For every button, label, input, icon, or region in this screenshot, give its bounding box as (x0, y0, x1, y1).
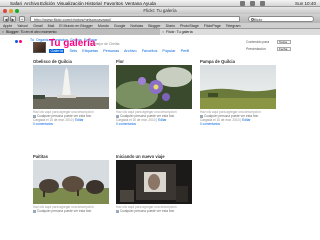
menubar-clock[interactable]: Sun 10:40 (295, 0, 316, 7)
volume-icon[interactable] (250, 1, 255, 6)
bookmark-item[interactable]: Mundo (98, 24, 109, 28)
photo-privacy: Cualquier persona puede ver esta foto (116, 209, 174, 213)
search-icon (250, 17, 254, 21)
wifi-icon[interactable] (240, 1, 245, 6)
bookmark-item[interactable]: Noticias (130, 24, 143, 28)
menu-item-safari[interactable]: Safari (10, 0, 22, 7)
photo-title[interactable]: Pampa de Quilcia (200, 59, 235, 64)
battery-icon[interactable] (260, 1, 265, 6)
photo-thumbnail[interactable] (200, 65, 276, 109)
nav-item-galeria[interactable]: Galería (49, 49, 65, 53)
menu-item-visualizacion[interactable]: Visualización (57, 0, 84, 7)
photo-privacy-text: Cualquier persona puede ver esta foto (37, 209, 92, 213)
photo-title[interactable]: Obelisco de Quilcia (33, 59, 72, 64)
avatar[interactable] (33, 42, 46, 53)
edit-link[interactable]: Editar (75, 118, 83, 122)
photo-card: Pampa de Quilcia Haz clic aquí para agre… (200, 59, 280, 126)
flickr-logo-pink-dot (19, 39, 22, 43)
photo-title[interactable]: Flor (116, 59, 124, 64)
menu-item-historial[interactable]: Historial (85, 0, 102, 7)
menu-item-ayuda[interactable]: Ayuda (143, 0, 156, 7)
forward-button[interactable]: ▶ (10, 15, 16, 22)
edit-link[interactable]: Editar (158, 118, 166, 122)
nav-item-popular[interactable]: Popular (162, 49, 175, 53)
photo-title[interactable]: Paititas (33, 154, 48, 159)
photo-privacy-text: Cualquier persona puede ver esta foto (120, 209, 175, 213)
tab-label: Flickr: Tu galería (166, 30, 193, 34)
nav-item-favoritos[interactable]: Favoritos (142, 49, 158, 53)
nav-item-personas[interactable]: Personas (103, 49, 119, 53)
privacy-icon (116, 209, 119, 213)
minimize-window-icon[interactable] (9, 8, 13, 13)
photo-card: Obelisco de Quilcia Haz clic aquí para a… (33, 59, 113, 126)
back-button[interactable]: ◀ (3, 15, 9, 22)
browser-toolbar: ◀ ▶ + http://www.flickr.com/photos/nelso… (0, 14, 320, 23)
search-value: flickr (254, 16, 263, 22)
bookmark-item[interactable]: Telegram (226, 24, 241, 28)
edit-link[interactable]: Editar (242, 118, 250, 122)
menu-item-archivo[interactable]: Archivo (24, 0, 39, 7)
flickr-logo-blue-dot (15, 39, 18, 43)
comments-link[interactable]: 0 comentarios (116, 122, 136, 126)
order-label: Presentación (246, 47, 266, 51)
view-label: Contenido para (246, 40, 270, 44)
menu-item-ventana[interactable]: Ventana (125, 0, 142, 7)
nav-item-perfil[interactable]: Perfil (181, 49, 190, 53)
bookmark-item[interactable]: Diario (166, 24, 175, 28)
photo-privacy: Cualquier persona puede ver esta foto (33, 209, 91, 213)
order-select[interactable]: Fecha (277, 47, 291, 51)
photo-title[interactable]: Iniciando un nuevo viaje (116, 154, 165, 159)
menu-item-favoritos[interactable]: Favoritos (104, 0, 123, 7)
bookmark-item[interactable]: PhotoStage (180, 24, 199, 28)
menu-bar: Safari Archivo Edición Visualización His… (0, 0, 320, 7)
photo-thumbnail[interactable] (116, 160, 192, 204)
bookmark-item[interactable]: FlickrPage (204, 24, 221, 28)
nav-item-sets[interactable]: Sets (70, 49, 78, 53)
comments-link[interactable]: 0 comentarios (33, 122, 53, 126)
window-title-bar: Flickr: Tu galería (0, 7, 320, 14)
comments-link[interactable]: 0 comentarios (200, 122, 220, 126)
nav-item-etiquetas[interactable]: Etiquetas (82, 49, 98, 53)
bookmark-item[interactable]: Apple (3, 24, 12, 28)
photo-thumbnail[interactable] (116, 65, 192, 109)
bookmark-item[interactable]: El Mundo en Blogger (59, 24, 93, 28)
window-title: Flickr: Tu galería (143, 8, 177, 13)
bookmark-item[interactable]: Yahoo! (17, 24, 28, 28)
bookmark-item[interactable]: Mail (48, 24, 55, 28)
flickr-logo[interactable] (14, 38, 26, 44)
bookmark-item[interactable]: Blogger (148, 24, 160, 28)
photo-card: Iniciando un nuevo viaje Haz clic aquí p… (116, 154, 196, 218)
photo-card: Paititas Haz clic aquí para agregar una … (33, 154, 113, 218)
view-select[interactable]: Todos (277, 40, 291, 44)
tab-label: Blogger: Tú en el otro momento (6, 30, 57, 34)
page-title: Tu galería (49, 38, 96, 49)
photo-thumbnail[interactable] (33, 160, 109, 204)
page-subtitle: Lo mejor de Chelita (90, 42, 120, 46)
menu-item-edicion[interactable]: Edición (40, 0, 55, 7)
search-input[interactable]: flickr (248, 15, 314, 22)
add-bookmark-button[interactable]: + (19, 15, 25, 22)
photo-thumbnail[interactable] (33, 65, 109, 109)
photo-card: Flor Haz clic aquí para agregar una desc… (116, 59, 196, 126)
privacy-icon (33, 209, 36, 213)
zoom-window-icon[interactable] (15, 8, 19, 13)
address-bar[interactable]: http://www.flickr.com/photos/nelsoncavag… (30, 15, 240, 22)
bookmark-item[interactable]: Gmail (33, 24, 42, 28)
close-window-icon[interactable] (3, 8, 7, 13)
nav-item-archivo[interactable]: Archivo (124, 49, 137, 53)
gallery-nav: Galería Sets Etiquetas Personas Archivo … (49, 49, 193, 53)
bookmark-item[interactable]: Google (114, 24, 126, 28)
